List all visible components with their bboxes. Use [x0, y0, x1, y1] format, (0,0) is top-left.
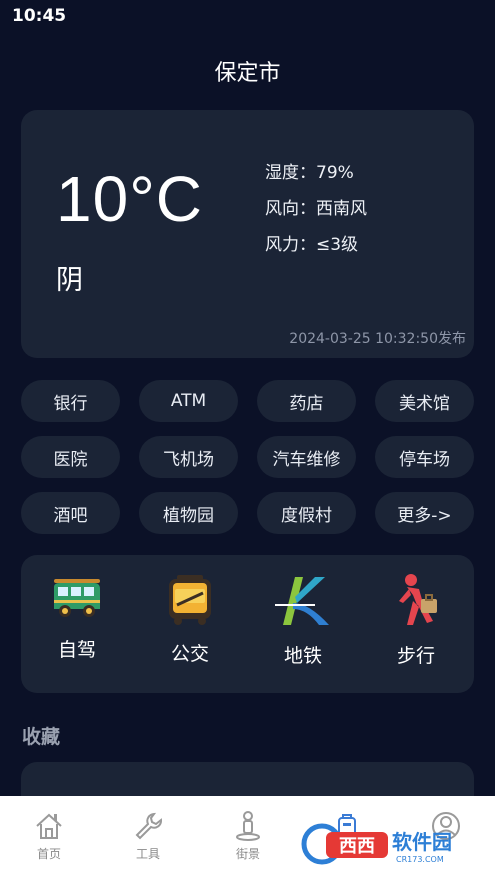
humidity: 湿度：79% [265, 163, 354, 183]
bus-icon [169, 575, 211, 625]
transport-label: 公交 [170, 643, 209, 665]
nav-home[interactable]: 首页 [14, 810, 84, 862]
subway-icon [275, 577, 329, 625]
category-botanical-garden[interactable]: 植物园 [139, 492, 238, 534]
category-atm[interactable]: ATM [139, 380, 238, 422]
category-parking[interactable]: 停车场 [375, 436, 474, 478]
transport-label: 地铁 [283, 645, 322, 667]
weather-condition: 阴 [56, 265, 83, 296]
svg-text:软件园: 软件园 [392, 830, 452, 854]
nav-label: 街景 [235, 847, 260, 861]
transport-walk[interactable]: 步行 [371, 573, 461, 668]
transport-bus[interactable]: 公交 [145, 573, 235, 666]
category-bar[interactable]: 酒吧 [21, 492, 120, 534]
publish-time: 2024-03-25 10:32:50发布 [289, 331, 466, 347]
nav-label: 首页 [36, 847, 61, 861]
category-airport[interactable]: 飞机场 [139, 436, 238, 478]
weather-card[interactable]: 10°C 阴 湿度：79% 风向：西南风 风力：≤3级 2024-03-25 1… [21, 110, 474, 358]
transport-subway[interactable]: 地铁 [258, 573, 348, 668]
wrench-icon [135, 812, 163, 840]
category-car-repair[interactable]: 汽车维修 [257, 436, 356, 478]
transport-label: 步行 [396, 645, 435, 667]
wind-force: 风力：≤3级 [265, 235, 359, 255]
category-pharmacy[interactable]: 药店 [257, 380, 356, 422]
svg-text:CR173.COM: CR173.COM [396, 855, 444, 864]
transport-label: 自驾 [57, 639, 96, 661]
nav-label: 工具 [135, 847, 160, 861]
walk-icon [399, 574, 437, 625]
wind-direction: 风向：西南风 [265, 199, 367, 219]
home-icon [36, 813, 62, 839]
category-gallery[interactable]: 美术馆 [375, 380, 474, 422]
category-resort[interactable]: 度假村 [257, 492, 356, 534]
category-hospital[interactable]: 医院 [21, 436, 120, 478]
watermark-logo: 西西 软件园 CR173.COM [301, 823, 452, 865]
nav-street-view[interactable]: 街景 [213, 810, 283, 862]
nav-tools[interactable]: 工具 [113, 810, 183, 862]
temperature: 10°C [56, 163, 203, 235]
transport-card: 自驾 公交 地铁 步行 [21, 555, 474, 693]
favorites-title: 收藏 [22, 726, 61, 748]
transport-drive[interactable]: 自驾 [32, 573, 122, 662]
category-bank[interactable]: 银行 [21, 380, 120, 422]
street-view-icon [236, 811, 260, 841]
svg-text:西西: 西西 [339, 836, 375, 857]
status-time: 10:45 [12, 6, 67, 26]
category-more[interactable]: 更多-> [375, 492, 474, 534]
car-icon [54, 579, 100, 617]
city-title[interactable]: 保定市 [0, 55, 495, 87]
